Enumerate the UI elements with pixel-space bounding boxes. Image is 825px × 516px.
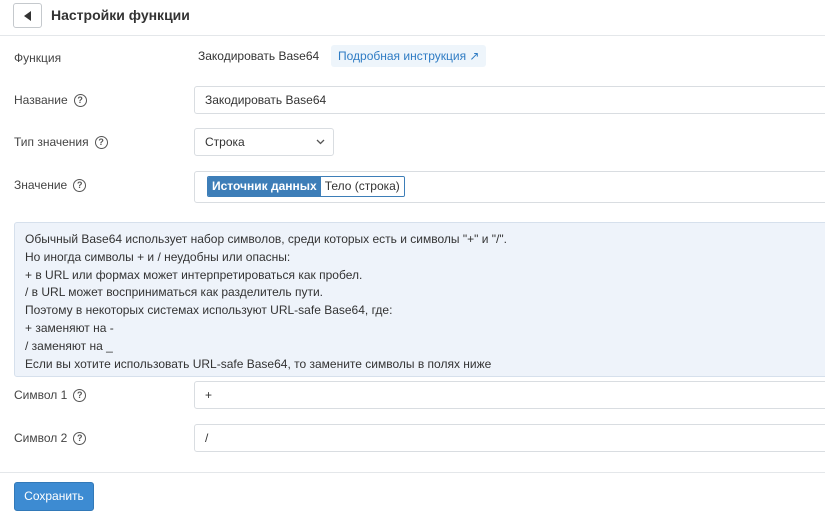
info-line: Если вы хотите использовать URL-safe Bas… (25, 356, 492, 371)
data-source-tab[interactable]: Источник данных (208, 177, 321, 196)
info-line: + заменяют на - (25, 320, 114, 335)
help-icon[interactable]: ? (73, 431, 87, 445)
value-label-text: Значение (14, 178, 68, 192)
info-line: / заменяют на _ (25, 338, 113, 353)
info-line: Поэтому в некоторых системах используют … (25, 303, 393, 318)
help-icon[interactable]: ? (94, 135, 108, 149)
value-type-label-text: Тип значения (14, 135, 89, 149)
function-label-text: Функция (14, 51, 62, 65)
function-value: Закодировать Base64 (198, 49, 320, 63)
help-icon[interactable]: ? (73, 178, 87, 192)
value-source-toggle: Источник данных Тело (строка) (207, 176, 405, 197)
info-line: Но иногда символы + и / неудобны или опа… (25, 249, 291, 264)
symbol1-label-text: Символ 1 (14, 388, 68, 402)
footer-divider (0, 472, 825, 473)
help-icon[interactable]: ? (73, 93, 87, 107)
value-type-label: Тип значения ? (14, 134, 108, 150)
info-box: Обычный Base64 использует набор символов… (14, 222, 825, 377)
arrow-left-icon (24, 11, 31, 21)
help-icon[interactable]: ? (73, 388, 87, 402)
back-button[interactable] (13, 3, 42, 28)
function-label: Функция (14, 50, 61, 66)
value-label: Значение ? (14, 177, 87, 193)
docs-link[interactable]: Подробная инструкция ↗ (331, 45, 487, 67)
symbol1-label: Символ 1 ? (14, 387, 87, 403)
value-type-selected: Строка (205, 135, 245, 149)
info-line: + в URL или формах может интерпретироват… (25, 267, 363, 282)
header: Настройки функции (0, 0, 825, 36)
symbol2-label-text: Символ 2 (14, 431, 68, 445)
page-title: Настройки функции (51, 7, 190, 23)
info-line: Обычный Base64 использует набор символов… (25, 232, 507, 246)
symbol1-input[interactable]: + (194, 381, 825, 409)
symbol2-input[interactable]: / (194, 424, 825, 452)
value-type-select[interactable]: Строка (194, 128, 334, 156)
chevron-down-icon (316, 139, 325, 145)
info-line: / в URL может восприниматься как раздели… (25, 285, 324, 300)
name-label-text: Название (14, 93, 68, 107)
value-editor[interactable]: Источник данных Тело (строка) (194, 171, 825, 203)
body-string-tab[interactable]: Тело (строка) (320, 177, 404, 196)
name-input[interactable]: Закодировать Base64 (194, 86, 825, 114)
save-button[interactable]: Сохранить (14, 482, 94, 511)
name-label: Название ? (14, 92, 87, 108)
symbol2-label: Символ 2 ? (14, 430, 87, 446)
